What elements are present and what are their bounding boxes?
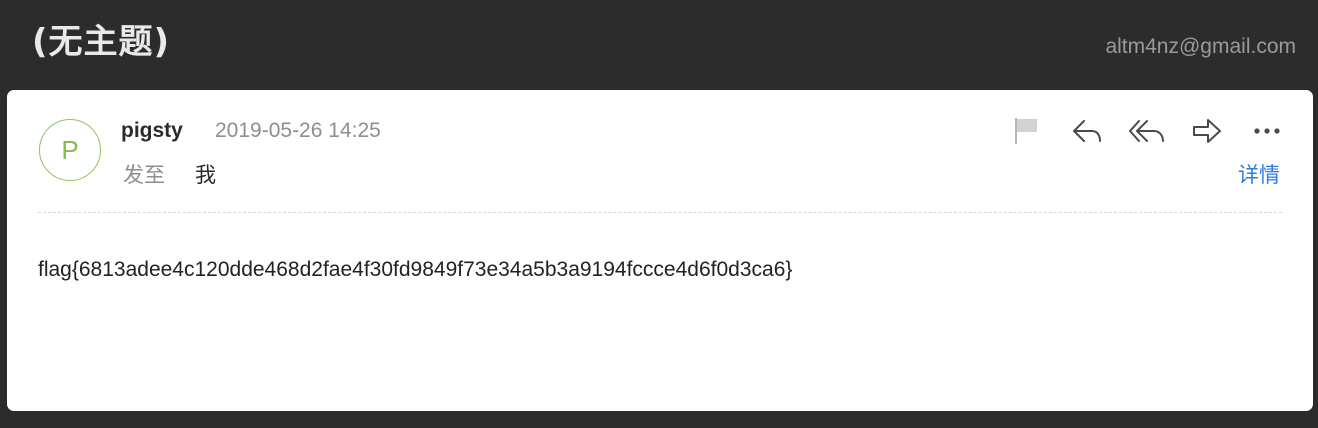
message-card: P pigsty 2019-05-26 14:25 发至 我 详情 flag{6…: [7, 90, 1313, 411]
flag-button[interactable]: [1007, 114, 1047, 148]
flag-icon: [1015, 118, 1037, 144]
forward-icon: [1193, 119, 1221, 143]
message-body: flag{6813adee4c120dde468d2fae4f30fd9849f…: [38, 258, 793, 281]
more-icon: [1254, 128, 1280, 134]
reply-button[interactable]: [1067, 114, 1107, 148]
recipient-label: 发至: [123, 163, 165, 187]
avatar-initial: P: [61, 134, 79, 165]
mail-header: (无主题) altm4nz@gmail.com: [0, 0, 1318, 90]
account-email[interactable]: altm4nz@gmail.com: [1105, 35, 1296, 59]
reply-all-button[interactable]: [1127, 114, 1167, 148]
message-actions: [987, 114, 1287, 148]
forward-button[interactable]: [1187, 114, 1227, 148]
more-button[interactable]: [1247, 114, 1287, 148]
recipient-value[interactable]: 我: [195, 159, 216, 189]
message-date: 2019-05-26 14:25: [215, 119, 381, 142]
details-link[interactable]: 详情: [1238, 159, 1280, 189]
sender-name[interactable]: pigsty: [121, 119, 183, 143]
sender-avatar[interactable]: P: [39, 119, 101, 181]
reply-icon: [1073, 120, 1101, 142]
email-subject: (无主题): [32, 22, 171, 62]
reply-all-icon: [1129, 120, 1164, 142]
header-divider: [38, 212, 1282, 213]
